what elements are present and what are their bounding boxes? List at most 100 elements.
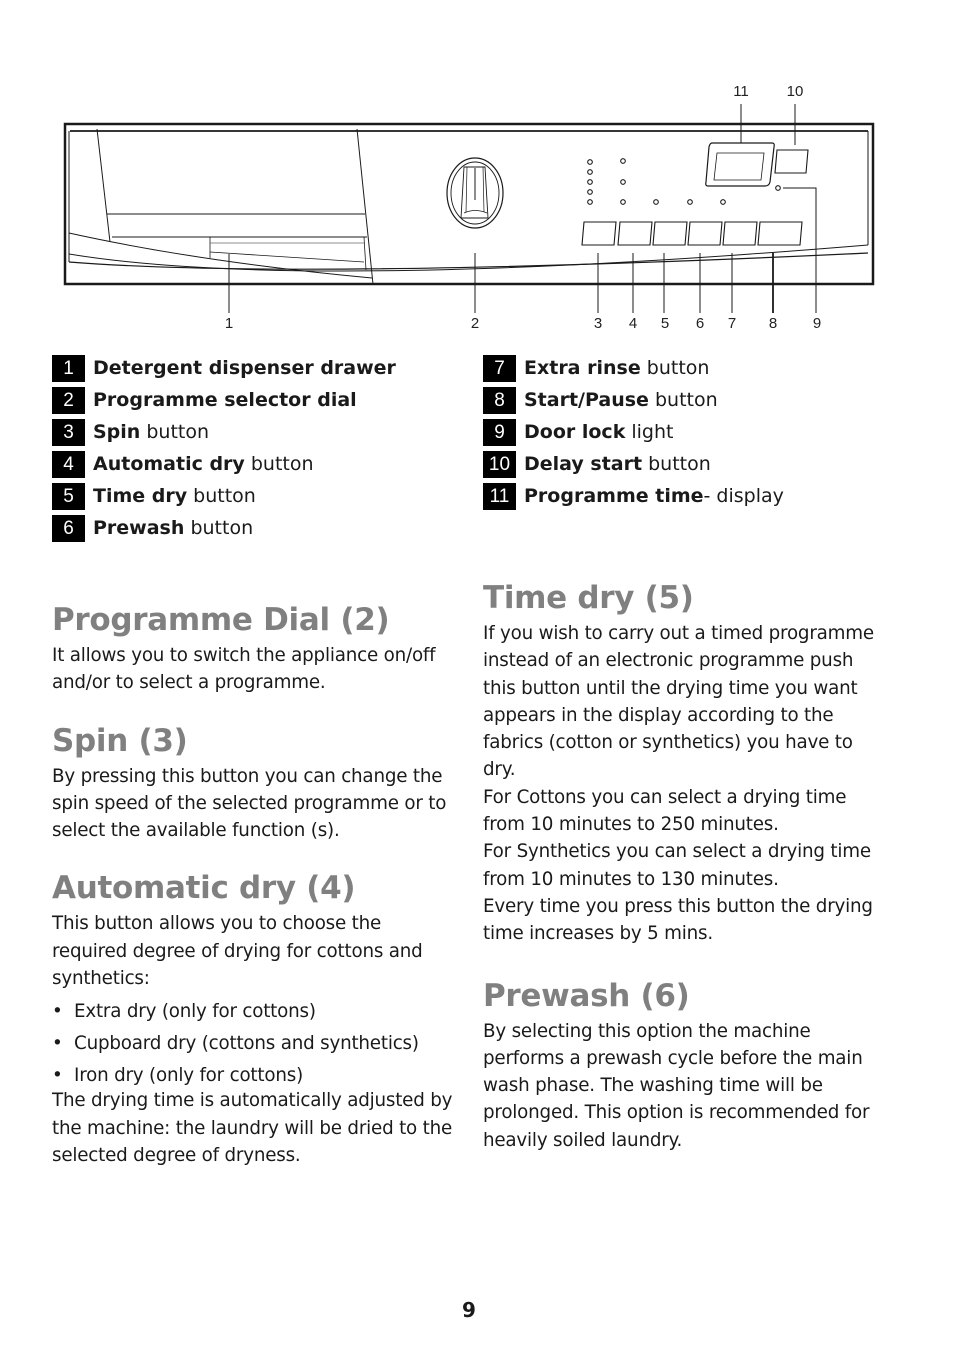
section-automatic-dry: Automatic dry (4) This button allows you… [52,866,462,1169]
paragraph-line: time increases by 5 mins. [483,923,713,945]
spin-button [581,221,617,246]
paragraph-line: the machine: the laundry will be dried t… [52,1117,453,1139]
page-number: 9 [462,1298,476,1322]
paragraph-line: This button allows you to choose the [52,913,382,935]
legend-number: 8 [483,386,516,414]
legend-item: 2 Programme selector dial [52,384,396,416]
legend-number: 4 [52,450,85,478]
legend-number: 10 [483,450,516,478]
section-heading: Automatic dry (4) [52,870,356,907]
detergent-drawer [96,128,374,285]
callout-2: 2 [471,315,479,332]
legend-item: 7 Extra rinse button [483,352,784,384]
legend-item: 3 Spin button [52,416,396,448]
legend-item: 5 Time dry button [52,480,396,512]
legend-number: 6 [52,514,85,542]
paragraph-line: wash phase. The washing time will be [483,1075,823,1097]
legend-label: Spin [93,421,141,443]
section-time-dry: Time dry (5) If you wish to carry out a … [483,576,893,948]
legend-label: Start/Pause [524,389,649,411]
paragraph-line: from 10 minutes to 130 minutes. [483,868,779,890]
section-heading: Time dry (5) [483,580,694,616]
control-panel-illustration: 1 2 3 4 5 6 7 8 9 10 11 [63,83,875,332]
legend-item: 9 Door lock light [483,416,784,448]
paragraph-line: If you wish to carry out a timed program… [483,623,874,644]
paragraph-line: For Synthetics you can select a drying t… [483,841,871,863]
paragraph-line: performs a prewash cycle before the main [483,1047,863,1069]
legend-item: 6 Prewash button [52,512,396,544]
legend-left: 1 Detergent dispenser drawer 2 Programme… [52,352,396,544]
legend-item: 8 Start/Pause button [483,384,784,416]
callout-6: 6 [696,315,704,332]
option-buttons [581,221,803,246]
legend-number: 7 [483,354,516,382]
callout-8: 8 [769,315,777,332]
section-heading: Spin (3) [52,722,188,759]
callout-10: 10 [787,83,804,100]
control-panel-diagram: 1 2 3 4 5 6 7 8 9 10 11 [0,0,954,340]
paragraph-line: By selecting this option the machine [483,1020,811,1042]
prewash-button [687,221,723,246]
legend-label: Automatic dry [93,453,245,475]
callout-5: 5 [661,315,669,332]
legend-item: 4 Automatic dry button [52,448,396,480]
legend-number: 5 [52,482,85,510]
callout-3: 3 [594,315,602,332]
callout-1: 1 [225,315,233,332]
paragraph-line: heavily soiled laundry. [483,1129,683,1151]
legend-label: Delay start [524,453,643,475]
list-item: • Extra dry (only for cottons) [52,1001,316,1023]
panel-frame [63,122,875,286]
start-pause-button [757,221,803,246]
callout-9: 9 [813,315,821,332]
paragraph-line: By pressing this button you can change t… [52,765,443,787]
legend-label: Programme selector dial [93,389,357,411]
paragraph-line: and/or to select a programme. [52,672,326,694]
paragraph-line: selected degree of dryness. [52,1144,301,1166]
legend-right: 7 Extra rinse button 8 Start/Pause butto… [483,352,784,512]
paragraph-line: fabrics (cotton or synthetics) you have … [483,732,853,754]
legend-item: 11 Programme time- display [483,480,784,512]
legend-number: 11 [483,482,516,510]
paragraph-line: prolonged. This option is recommended fo… [483,1102,870,1124]
callout-11: 11 [733,83,749,100]
delay-start-button [774,149,809,174]
paragraph-line: synthetics: [52,968,150,990]
door-lock-light [775,185,781,191]
legend-label: Time dry [93,485,188,507]
paragraph-line: this button until the drying time you wa… [483,677,858,699]
legend-label: Programme time [524,485,704,507]
indicator-leds [587,158,781,205]
section-prewash: Prewash (6) By selecting this option the… [483,974,893,1154]
section-heading: Prewash (6) [483,977,690,1014]
automatic-dry-button [617,221,653,246]
legend-label: Door lock [524,421,626,443]
legend-item: 10 Delay start button [483,448,784,480]
section-heading: Programme Dial (2) [52,602,390,638]
legend-label: Prewash [93,517,185,539]
paragraph-line: dry. [483,759,516,781]
paragraph-line: It allows you to switch the appliance on… [52,645,436,666]
legend-label: Extra rinse [524,357,641,379]
paragraph-line: The drying time is automatically adjuste… [52,1090,453,1112]
time-dry-button [652,221,688,246]
programme-time-display [705,142,775,187]
callout-4: 4 [629,315,637,332]
legend-number: 3 [52,418,85,446]
paragraph-line: select the available function (s). [52,820,340,842]
callout-lines [228,104,817,313]
programme-dial-icon [446,157,504,229]
paragraph-line: Every time you press this button the dry… [483,895,873,917]
section-programme-dial: Programme Dial (2) It allows you to swit… [52,598,462,697]
section-spin: Spin (3) By pressing this button you can… [52,719,462,845]
legend-number: 2 [52,386,85,414]
right-column: Time dry (5) If you wish to carry out a … [483,576,893,1176]
extra-rinse-button [722,221,758,246]
list-item: • Cupboard dry (cottons and synthetics) [52,1033,419,1055]
legend-item: 1 Detergent dispenser drawer [52,352,396,384]
paragraph-line: from 10 minutes to 250 minutes. [483,814,779,836]
paragraph-line: instead of an electronic programme push [483,650,854,672]
paragraph-line: required degree of drying for cottons an… [52,940,423,962]
legend-number: 9 [483,418,516,446]
left-column: Programme Dial (2) It allows you to swit… [52,598,462,1191]
